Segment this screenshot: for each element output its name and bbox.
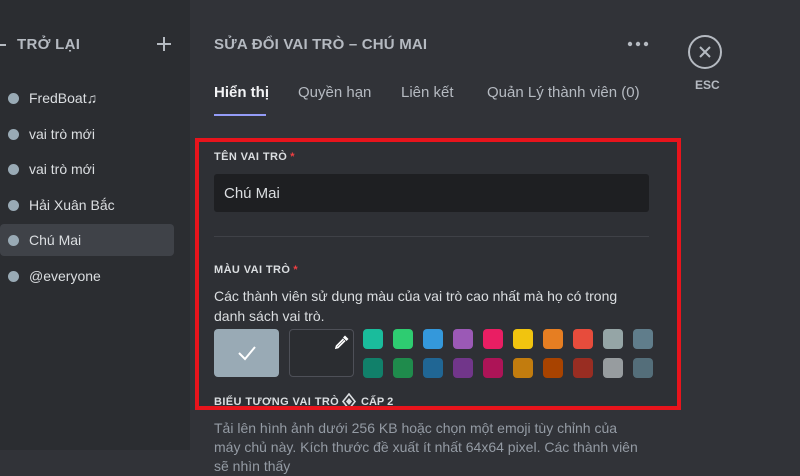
sidebar-item-role-selected[interactable]: Chú Mai (0, 224, 174, 256)
role-color-dot (8, 271, 19, 282)
role-icon-description: Tải lên hình ảnh dưới 256 KB hoặc chọn m… (214, 420, 638, 474)
role-color-dot (8, 235, 19, 246)
tab-links[interactable]: Liên kết (401, 84, 454, 101)
role-sidebar: TRỞ LẠI FredBoat♫ vai trò mới vai trò mớ… (0, 0, 190, 450)
role-color-dot (8, 200, 19, 211)
close-button[interactable] (688, 35, 722, 69)
sidebar-item-role[interactable]: vai trò mới (0, 118, 174, 150)
page-title: SỬA ĐỔI VAI TRÒ – CHÚ MAI (214, 36, 428, 53)
role-color-dot (8, 164, 19, 175)
role-label: @everyone (29, 268, 101, 284)
tab-permissions[interactable]: Quyền hạn (298, 84, 371, 101)
role-color-dot (8, 129, 19, 140)
close-icon (699, 46, 711, 58)
role-label: Hải Xuân Bắc (29, 197, 115, 213)
role-label: vai trò mới (29, 161, 95, 177)
sidebar-item-role[interactable]: FredBoat♫ (0, 82, 174, 114)
sidebar-item-role[interactable]: Hải Xuân Bắc (0, 189, 174, 221)
tab-display[interactable]: Hiển thị (214, 84, 269, 101)
add-role-icon[interactable] (154, 34, 174, 54)
highlight-annotation-box (195, 138, 681, 410)
active-tab-indicator (214, 114, 266, 116)
back-label: TRỞ LẠI (17, 36, 81, 53)
role-label: Chú Mai (29, 232, 82, 248)
esc-label: ESC (695, 78, 720, 92)
more-options-icon[interactable] (627, 36, 649, 52)
role-label: vai trò mới (29, 126, 95, 142)
role-label: FredBoat♫ (29, 90, 98, 106)
sidebar-item-role[interactable]: vai trò mới (0, 153, 174, 185)
role-color-dot (8, 93, 19, 104)
back-arrow-icon (0, 44, 6, 46)
role-editor: SỬA ĐỔI VAI TRÒ – CHÚ MAI ESC Hiển thị Q… (190, 0, 800, 474)
back-button[interactable]: TRỞ LẠI (0, 34, 190, 58)
sidebar-item-role[interactable]: @everyone (0, 260, 174, 292)
tab-manage-members[interactable]: Quản Lý thành viên (0) (487, 84, 640, 101)
